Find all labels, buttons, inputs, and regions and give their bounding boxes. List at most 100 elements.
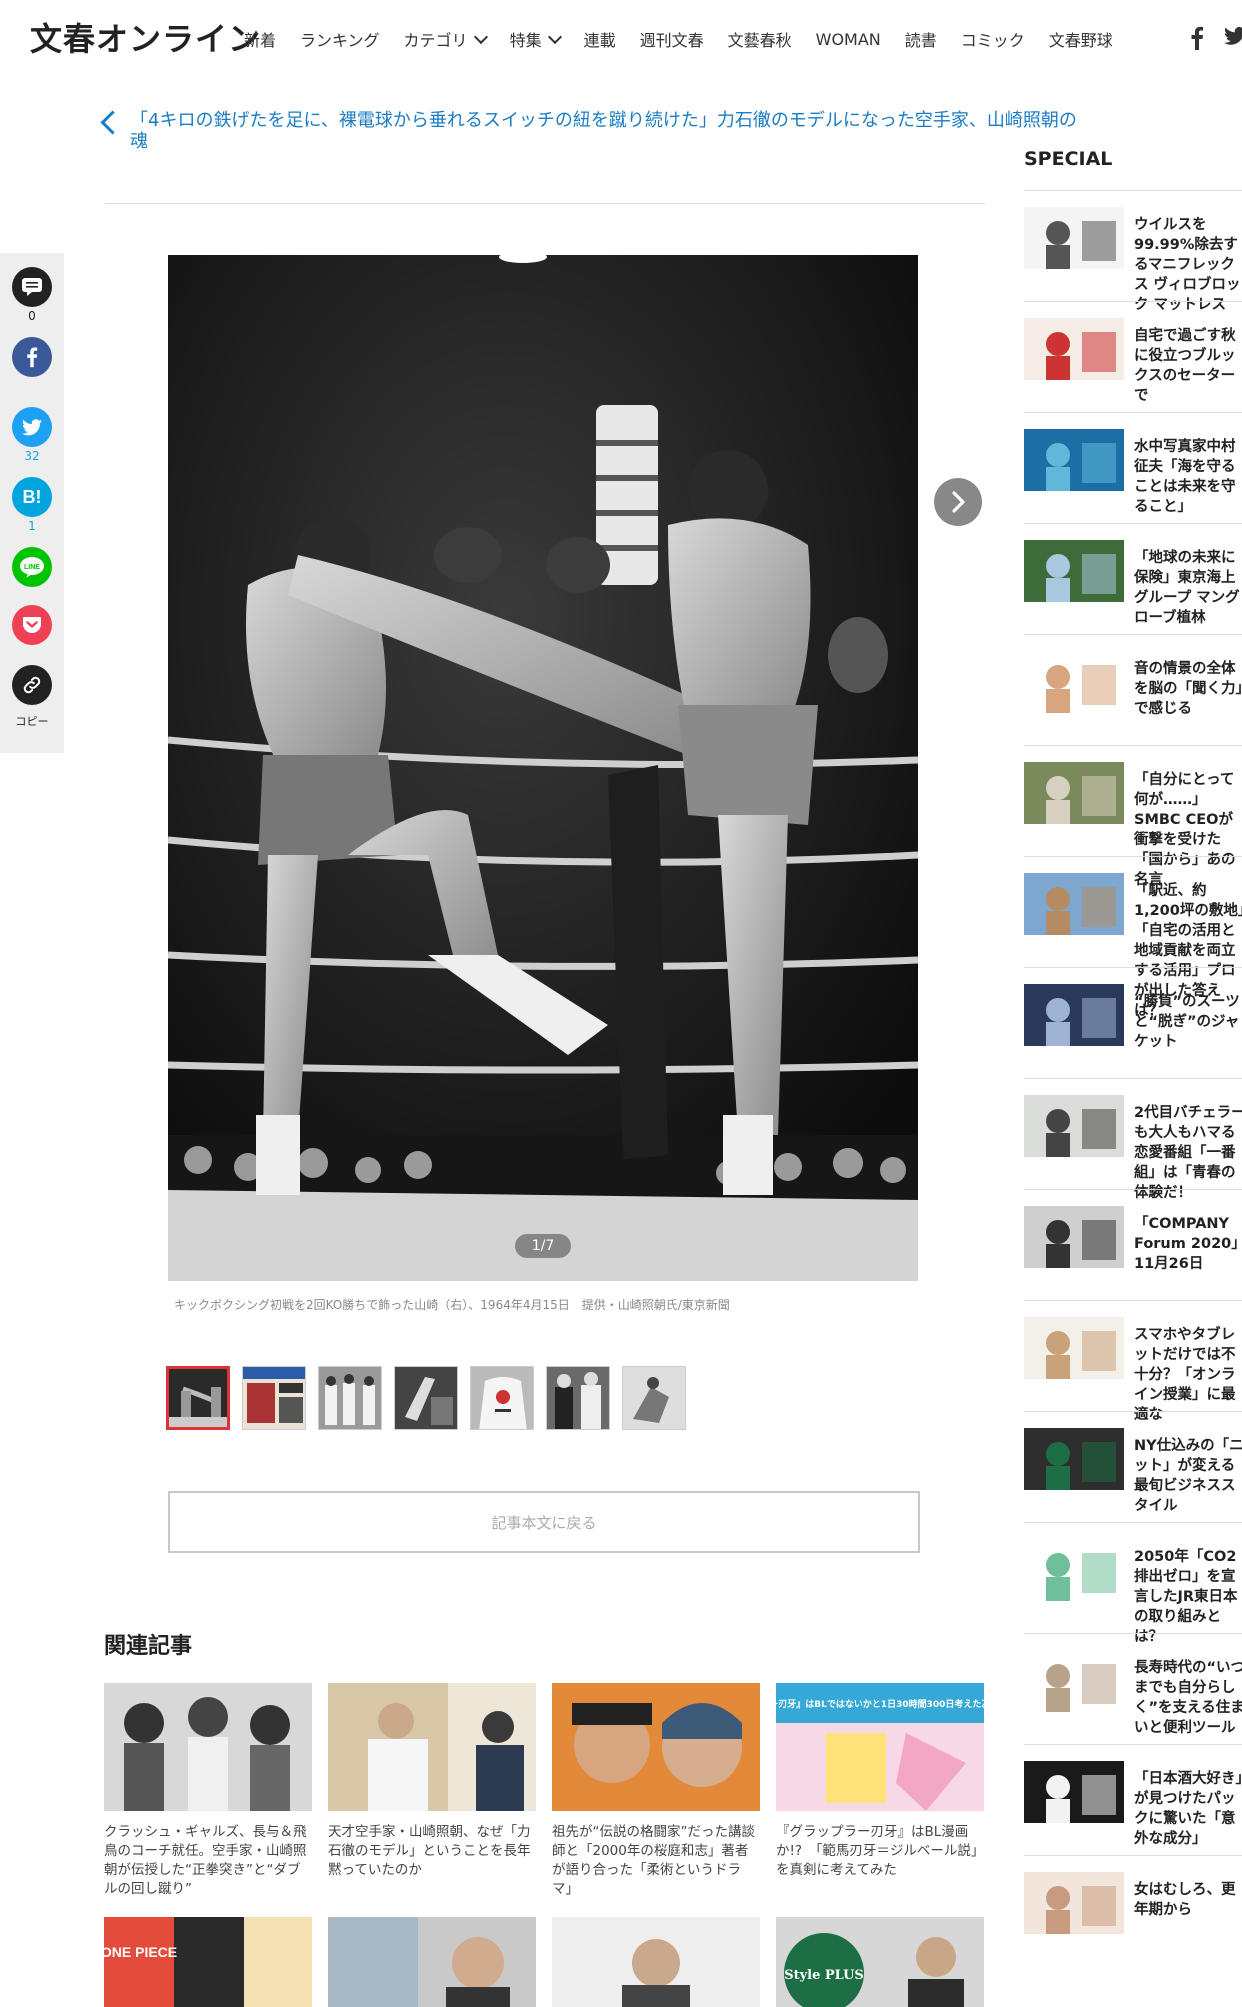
copy-label: コピー	[15, 715, 49, 728]
gallery-thumbnail-4[interactable]	[394, 1366, 458, 1430]
sidebar-item-thumbnail	[1024, 429, 1124, 491]
sidebar-special-item[interactable]: 「駅近、約1,200坪の敷地」「自宅の活用と地域貢献を両立する活用」プロが出した…	[1024, 856, 1242, 1019]
gallery-thumbnails	[166, 1366, 698, 1430]
sidebar-item-title: 水中写真家中村征夫「海を守ることは未来を守ること」	[1134, 439, 1236, 515]
comment-button[interactable]	[12, 267, 52, 307]
sidebar-special-item[interactable]: ウイルスを99.99%除去するマニフレックス ヴィロブロック マットレス	[1024, 190, 1242, 313]
related-article-card[interactable]: ONE PIECE	[104, 1917, 312, 2007]
back-to-article-button[interactable]: 記事本文に戻る	[168, 1491, 920, 1553]
nav-label: 文春野球	[1048, 31, 1113, 50]
site-logo[interactable]: 文春オンライン	[30, 14, 261, 60]
related-article-thumbnail: Style PLUS	[776, 1917, 984, 2007]
sidebar-special-item[interactable]: 2050年「CO2排出ゼロ」を宣言したJR東日本の取り組みとは？	[1024, 1522, 1242, 1645]
sidebar-item-title: 「日本酒大好き」が見つけたパックに驚いた「意外な成分」	[1134, 1771, 1242, 1847]
pocket-share-button[interactable]	[12, 605, 52, 645]
sidebar-special-item[interactable]: 「COMPANY Forum 2020」 11月26日	[1024, 1189, 1242, 1301]
nav-item-ranking[interactable]: ランキング	[300, 27, 380, 51]
sidebar-special-item[interactable]: 「日本酒大好き」が見つけたパックに驚いた「意外な成分」	[1024, 1744, 1242, 1856]
nav-label: 文藝春秋	[727, 31, 792, 50]
sidebar-item-title: スマホやタブレットだけでは不十分？「オンライン授業」に最適な	[1134, 1327, 1236, 1423]
sidebar-special-item[interactable]: NY仕込みの「ニット」が変える最旬ビジネススタイル	[1024, 1411, 1242, 1523]
gallery-thumbnail-1[interactable]	[166, 1366, 230, 1430]
nav-item-bungei-shunju[interactable]: 文藝春秋	[728, 27, 792, 51]
twitter-icon[interactable]	[1224, 26, 1242, 46]
nav-label: カテゴリ	[403, 31, 468, 50]
nav-label: WOMAN	[815, 29, 881, 49]
svg-text:LINE: LINE	[24, 564, 40, 571]
related-article-card[interactable]: 『グラップラー刃牙』はBLではないかと1日30時間300日考えた乙女の記録ッ!?…	[776, 1683, 984, 1880]
gallery-thumbnail-7[interactable]	[622, 1366, 686, 1430]
sidebar-special-item[interactable]: 「地球の未来に保険」東京海上グループ マングローブ植林	[1024, 523, 1242, 635]
sidebar-special-item[interactable]: 自宅で過ごす秋に役立つブルックスのセーターで	[1024, 301, 1242, 413]
gallery-thumbnail-6[interactable]	[546, 1366, 610, 1430]
nav-label: 読書	[904, 31, 937, 50]
gallery-thumbnail-2[interactable]	[242, 1366, 306, 1430]
sidebar-item-thumbnail	[1024, 1095, 1124, 1157]
sidebar-item-thumbnail	[1024, 984, 1124, 1046]
facebook-share-button[interactable]	[12, 337, 52, 377]
related-article-card[interactable]: クラッシュ・ギャルズ、長与＆飛鳥のコーチ就任。空手家・山崎照朝が伝授した“正拳突…	[104, 1683, 312, 1899]
style-plus-badge: Style PLUS	[784, 1968, 864, 1983]
line-share-button[interactable]: LINE	[12, 547, 52, 587]
sidebar-item-thumbnail	[1024, 1206, 1124, 1268]
sidebar-special-item[interactable]: スマホやタブレットだけでは不十分？「オンライン授業」に最適な	[1024, 1300, 1242, 1423]
related-article-title: 『グラップラー刃牙』はBL漫画か!? 「範馬刃牙＝ジルベール説」を真剣に考えてみ…	[776, 1824, 978, 1878]
sidebar-item-title: 2050年「CO2排出ゼロ」を宣言したJR東日本の取り組みとは？	[1134, 1549, 1238, 1645]
pocket-icon	[23, 617, 41, 633]
hatena-share-button[interactable]: B!	[12, 477, 52, 517]
nav-item-serial[interactable]: 連載	[584, 27, 616, 51]
related-article-card[interactable]	[328, 1917, 536, 2007]
article-title-link[interactable]: 「4キロの鉄げたを足に、裸電球から垂れるスイッチの紐を蹴り続けた」力石徹のモデル…	[130, 110, 1080, 152]
copy-link-button[interactable]	[12, 665, 52, 705]
nav-label: コミック	[960, 31, 1025, 50]
sidebar-special-item[interactable]: 2代目バチェラーも大人もハマる恋愛番組「一番組」は「青春の体験だ！	[1024, 1078, 1242, 1201]
related-article-thumbnail	[328, 1683, 536, 1811]
chevron-right-icon	[952, 491, 965, 513]
sidebar-item-thumbnail	[1024, 1650, 1124, 1712]
svg-text:ONE PIECE: ONE PIECE	[104, 1944, 177, 1960]
sidebar-item-thumbnail	[1024, 651, 1124, 713]
sidebar-special-item[interactable]: “勝負”のスーツと“脱ぎ”のジャケット	[1024, 967, 1242, 1079]
sidebar-special-item[interactable]: 「自分にとって何が……」SMBC CEOが衝撃を受けた「国から」あの名言	[1024, 745, 1242, 888]
related-article-card[interactable]: Style PLUS	[776, 1917, 984, 2007]
nav-item-books[interactable]: 読書	[905, 27, 937, 51]
related-article-thumbnail	[552, 1683, 760, 1811]
facebook-icon[interactable]	[1190, 26, 1204, 50]
related-article-title: 祖先が“伝説の格闘家”だった講談師と「2000年の桜庭和志」著者が語り合った「柔…	[552, 1824, 755, 1897]
sidebar-item-thumbnail	[1024, 873, 1124, 935]
nav-label: 新着	[244, 31, 277, 50]
sidebar-item-title: 「地球の未来に保険」東京海上グループ マングローブ植林	[1134, 550, 1240, 626]
gallery-next-button[interactable]	[934, 478, 982, 526]
sidebar-item-title: 自宅で過ごす秋に役立つブルックスのセーターで	[1134, 328, 1236, 404]
nav-item-feature[interactable]: 特集	[510, 27, 562, 51]
sidebar-item-thumbnail	[1024, 1872, 1124, 1934]
sidebar-special-item[interactable]: 長寿時代の“いつまでも自分らしく”を支える住まいと便利ツール	[1024, 1633, 1242, 1745]
nav-item-shukan-bunshun[interactable]: 週刊文春	[640, 27, 704, 51]
nav-item-category[interactable]: カテゴリ	[403, 27, 488, 51]
nav-item-new[interactable]: 新着	[244, 27, 276, 51]
sidebar-item-thumbnail	[1024, 1317, 1124, 1379]
related-article-thumbnail: ONE PIECE	[104, 1917, 312, 2007]
related-article-card[interactable]	[552, 1917, 760, 2007]
related-article-card[interactable]: 天才空手家・山崎照朝、なぜ「力石徹のモデル」ということを長年黙っていたのか	[328, 1683, 536, 1880]
site-header: 文春オンライン 新着 ランキング カテゴリ 特集 連載 週刊文春 文藝春秋 WO…	[0, 0, 1242, 80]
gallery-thumbnail-5[interactable]	[470, 1366, 534, 1430]
sidebar-item-thumbnail	[1024, 762, 1124, 824]
sidebar-item-title: 「COMPANY Forum 2020」 11月26日	[1134, 1216, 1242, 1272]
nav-item-comic[interactable]: コミック	[961, 27, 1025, 51]
link-icon	[23, 676, 41, 694]
gallery-thumbnail-3[interactable]	[318, 1366, 382, 1430]
nav-item-woman[interactable]: WOMAN	[816, 30, 881, 49]
nav-item-bunshun-baseball[interactable]: 文春野球	[1049, 27, 1113, 51]
related-article-card[interactable]: 祖先が“伝説の格闘家”だった講談師と「2000年の桜庭和志」著者が語り合った「柔…	[552, 1683, 760, 1899]
sidebar-item-thumbnail	[1024, 1539, 1124, 1601]
twitter-count: 32	[24, 449, 40, 463]
sidebar-item-title: NY仕込みの「ニット」が変える最旬ビジネススタイル	[1134, 1438, 1242, 1514]
twitter-share-button[interactable]	[12, 407, 52, 447]
comment-count: 0	[28, 309, 36, 323]
sidebar-special-item[interactable]: 音の情景の全体を脳の「聞く力」で感じる	[1024, 634, 1242, 746]
gallery-main-photo[interactable]	[168, 255, 918, 1281]
line-icon: LINE	[20, 557, 44, 578]
sidebar-special-item[interactable]: 水中写真家中村征夫「海を守ることは未来を守ること」	[1024, 412, 1242, 524]
sidebar-special-item[interactable]: 女はむしろ、更年期から	[1024, 1855, 1242, 1967]
